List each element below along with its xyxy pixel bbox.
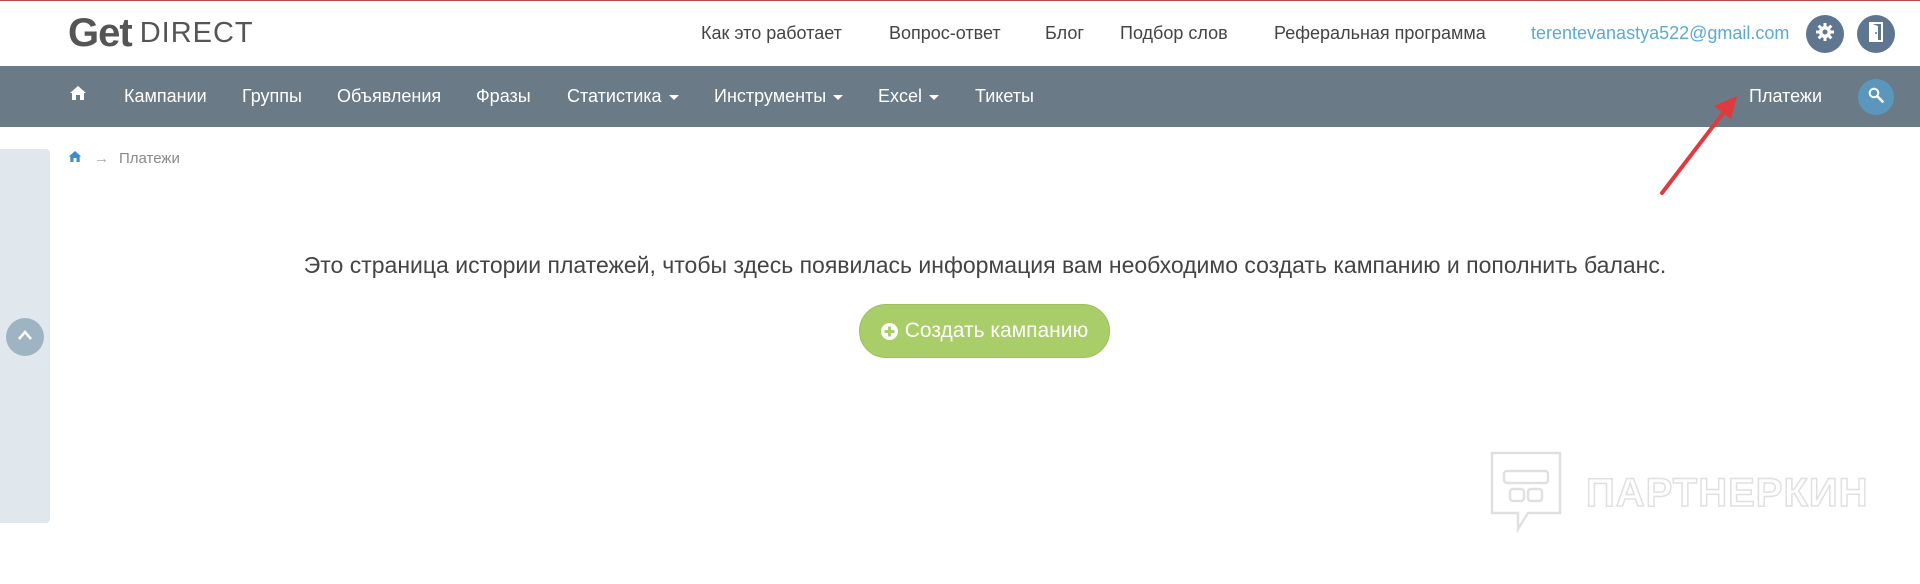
red-arrow-annotation [1660,96,1737,195]
